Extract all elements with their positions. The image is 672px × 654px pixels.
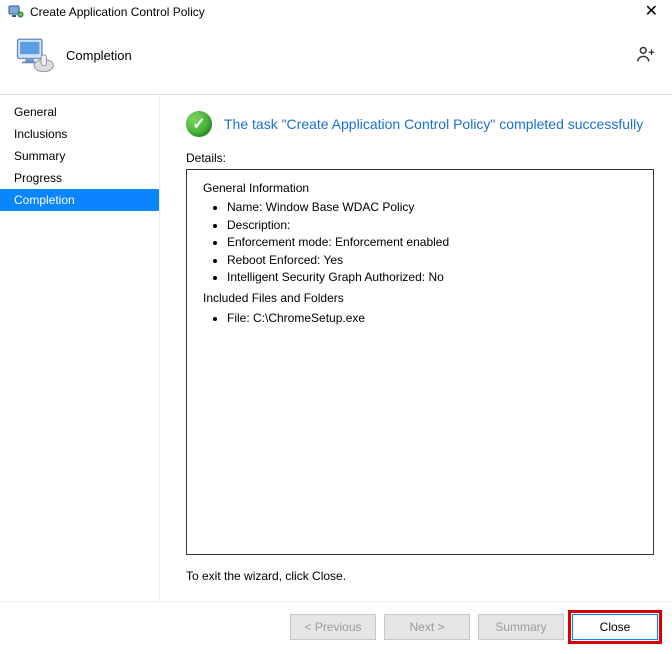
details-box: General Information Name: Window Base WD… (186, 169, 654, 555)
sidebar-item-general[interactable]: General (0, 101, 159, 123)
exit-hint: To exit the wizard, click Close. (186, 569, 654, 583)
detail-item: Enforcement mode: Enforcement enabled (227, 234, 637, 251)
details-heading-included: Included Files and Folders (203, 290, 637, 307)
success-check-icon: ✓ (186, 111, 212, 137)
close-button-highlight: Close (572, 614, 658, 640)
wizard-footer: < Previous Next > Summary Close (0, 601, 672, 654)
wizard-header: Completion (0, 24, 672, 94)
close-button[interactable]: Close (572, 614, 658, 640)
titlebar: Create Application Control Policy ✕ (0, 0, 672, 24)
detail-item: Reboot Enforced: Yes (227, 252, 637, 269)
sidebar-item-progress[interactable]: Progress (0, 167, 159, 189)
wizard-body: General Inclusions Summary Progress Comp… (0, 95, 672, 601)
window-title: Create Application Control Policy (30, 5, 205, 19)
status-row: ✓ The task "Create Application Control P… (186, 111, 654, 137)
details-label: Details: (186, 151, 654, 165)
details-list-included: File: C:\ChromeSetup.exe (227, 310, 637, 327)
page-title: Completion (66, 48, 132, 63)
status-message: The task "Create Application Control Pol… (224, 116, 643, 132)
sidebar-item-completion[interactable]: Completion (0, 189, 159, 211)
detail-item: Intelligent Security Graph Authorized: N… (227, 269, 637, 286)
computer-icon (14, 34, 56, 76)
close-icon[interactable]: ✕ (639, 4, 664, 20)
detail-item: File: C:\ChromeSetup.exe (227, 310, 637, 327)
details-heading-general: General Information (203, 180, 637, 197)
summary-button: Summary (478, 614, 564, 640)
previous-button: < Previous (290, 614, 376, 640)
user-icon[interactable] (634, 43, 658, 67)
sidebar-item-inclusions[interactable]: Inclusions (0, 123, 159, 145)
wizard-sidebar: General Inclusions Summary Progress Comp… (0, 95, 160, 601)
next-button: Next > (384, 614, 470, 640)
app-icon (8, 4, 24, 20)
detail-item: Name: Window Base WDAC Policy (227, 199, 637, 216)
wizard-window: Create Application Control Policy ✕ Comp… (0, 0, 672, 654)
wizard-main: ✓ The task "Create Application Control P… (160, 95, 672, 601)
sidebar-item-summary[interactable]: Summary (0, 145, 159, 167)
details-list-general: Name: Window Base WDAC Policy Descriptio… (227, 199, 637, 286)
detail-item: Description: (227, 217, 637, 234)
